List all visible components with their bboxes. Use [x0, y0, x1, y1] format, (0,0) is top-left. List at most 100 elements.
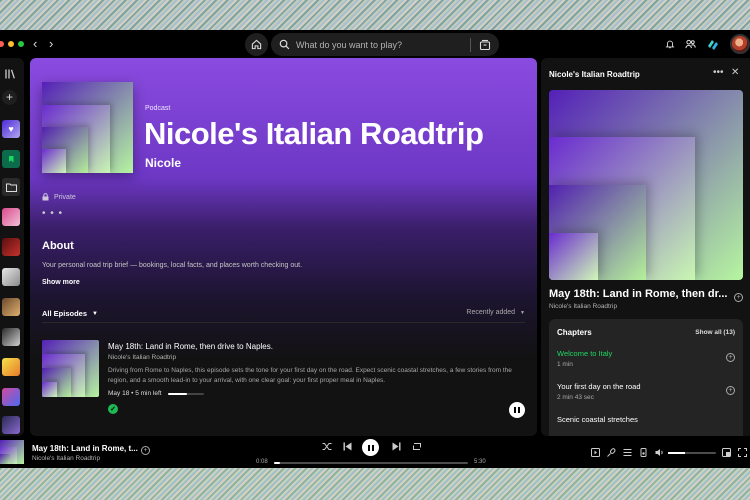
minimize-window-button[interactable] [8, 41, 14, 47]
desktop-background-bottom [0, 468, 750, 500]
library-item-3[interactable] [2, 268, 20, 286]
skip-forward-icon[interactable] [392, 442, 401, 451]
chapter-title: Your first day on the road [557, 382, 641, 391]
episode-show-name[interactable]: Nicole's Italian Roadtrip [108, 354, 176, 361]
player-cover-art[interactable] [0, 440, 24, 464]
top-right-controls [665, 34, 750, 54]
spotify-window: ‹ › What do you want to play? + ♥ Podcas… [0, 30, 750, 468]
episode-filter-dropdown[interactable]: All Episodes ▼ [42, 309, 98, 318]
playback-progress-bar[interactable] [274, 462, 468, 464]
chapters-card: Chapters Show all (13) Welcome to Italy … [549, 319, 743, 436]
now-playing-episode-title[interactable]: May 18th: Land in Rome, then dr... [549, 288, 729, 300]
home-button[interactable] [245, 33, 268, 56]
playback-progress-fill [274, 462, 280, 464]
app-logo-icon[interactable] [706, 37, 720, 51]
add-to-library-icon[interactable]: + [734, 293, 743, 302]
connect-device-icon[interactable] [639, 448, 648, 457]
repeat-icon[interactable] [412, 442, 422, 451]
bell-icon[interactable] [665, 39, 675, 49]
folder-tile[interactable] [2, 178, 20, 196]
visibility-label: Private [54, 193, 76, 201]
search-divider [470, 37, 471, 52]
desktop-background-top [0, 0, 750, 30]
search-input[interactable]: What do you want to play? [296, 40, 470, 50]
added-check-icon[interactable]: ✓ [108, 404, 118, 414]
home-icon [251, 39, 262, 50]
podcast-page: Podcast Nicole's Italian Roadtrip Nicole… [30, 58, 537, 436]
visibility-status: Private [42, 193, 76, 201]
library-item-8[interactable] [2, 416, 20, 434]
chapters-heading: Chapters [557, 328, 592, 337]
zoom-window-button[interactable] [18, 41, 24, 47]
user-avatar[interactable] [730, 34, 750, 54]
liked-songs-tile[interactable]: ♥ [2, 120, 20, 138]
play-pause-button[interactable] [362, 439, 379, 456]
episode-sort-label: Recently added [466, 309, 516, 316]
content-type-label: Podcast [145, 105, 171, 112]
volume-slider[interactable] [668, 452, 716, 454]
create-playlist-button[interactable]: + [2, 90, 17, 105]
search-bar[interactable]: What do you want to play? [271, 33, 499, 56]
library-rail: + ♥ [0, 58, 24, 436]
chapter-title: Scenic coastal stretches [557, 415, 638, 424]
library-item-6[interactable] [2, 358, 20, 376]
episode-sort-dropdown[interactable]: Recently added ▼ [466, 309, 525, 316]
chapter-duration: 2 min 43 sec [557, 394, 594, 401]
plus-icon: + [5, 90, 13, 104]
folder-icon [5, 183, 17, 192]
library-item-2[interactable] [2, 238, 20, 256]
library-item-1[interactable] [2, 208, 20, 226]
library-item-5[interactable] [2, 328, 20, 346]
episode-title[interactable]: May 18th: Land in Rome, then drive to Na… [108, 342, 273, 351]
episode-pause-button[interactable] [509, 402, 525, 418]
about-text: Your personal road trip brief — bookings… [42, 262, 303, 269]
friend-activity-icon[interactable] [685, 39, 696, 49]
chapter-add-icon[interactable]: + [726, 353, 735, 362]
episodes-divider [42, 322, 525, 323]
podcast-author[interactable]: Nicole [145, 156, 181, 170]
chapter-item[interactable]: Your first day on the road 2 min 43 sec … [557, 382, 735, 401]
chevron-down-icon: ▼ [92, 310, 98, 317]
episode-meta: May 18 • 5 min left [108, 390, 204, 397]
chapter-item[interactable]: Scenic coastal stretches [557, 415, 735, 424]
show-more-link[interactable]: Show more [42, 279, 80, 286]
forward-arrow-icon[interactable]: › [49, 37, 61, 51]
chapter-duration: 1 min [557, 361, 573, 368]
library-item-4[interactable] [2, 298, 20, 316]
player-show-name[interactable]: Nicole's Italian Roadtrip [32, 455, 100, 462]
volume-icon[interactable] [655, 448, 664, 457]
fullscreen-icon[interactable] [738, 448, 747, 457]
now-playing-cover-art [549, 90, 743, 280]
window-controls [0, 41, 24, 47]
skip-back-icon[interactable] [343, 442, 352, 451]
back-arrow-icon[interactable]: ‹ [33, 37, 45, 51]
shuffle-icon[interactable] [322, 442, 332, 451]
your-episodes-tile[interactable] [2, 150, 20, 168]
episode-progress-fill [167, 392, 188, 395]
episode-description: Driving from Rome to Naples, this episod… [108, 367, 512, 384]
queue-icon[interactable] [623, 448, 632, 457]
show-all-chapters-link[interactable]: Show all (13) [695, 329, 735, 336]
library-item-7[interactable] [2, 388, 20, 406]
panel-more-icon[interactable]: ••• [713, 67, 724, 78]
title-bar: ‹ › What do you want to play? [0, 30, 750, 58]
lock-icon [42, 193, 49, 201]
browse-icon[interactable] [479, 39, 491, 51]
close-window-button[interactable] [0, 41, 4, 47]
player-add-icon[interactable]: + [141, 446, 150, 455]
episode-date-remaining: May 18 • 5 min left [108, 390, 162, 397]
more-options-button[interactable]: • • • [42, 208, 63, 219]
library-icon[interactable] [4, 68, 16, 80]
now-playing-show-name[interactable]: Nicole's Italian Roadtrip [549, 303, 617, 310]
close-panel-icon[interactable]: ✕ [731, 67, 739, 78]
chapter-item[interactable]: Welcome to Italy 1 min + [557, 349, 735, 368]
chapter-add-icon[interactable]: + [726, 386, 735, 395]
sort-chevron-icon: ▼ [520, 309, 525, 316]
episode-progress-bar [167, 392, 204, 395]
now-playing-panel-title[interactable]: Nicole's Italian Roadtrip [549, 70, 640, 79]
player-episode-title[interactable]: May 18th: Land in Rome, t... [32, 444, 138, 453]
microphone-icon[interactable] [607, 448, 616, 457]
search-icon [279, 39, 290, 50]
now-playing-view-icon[interactable] [591, 448, 600, 457]
mini-player-icon[interactable] [722, 448, 731, 457]
